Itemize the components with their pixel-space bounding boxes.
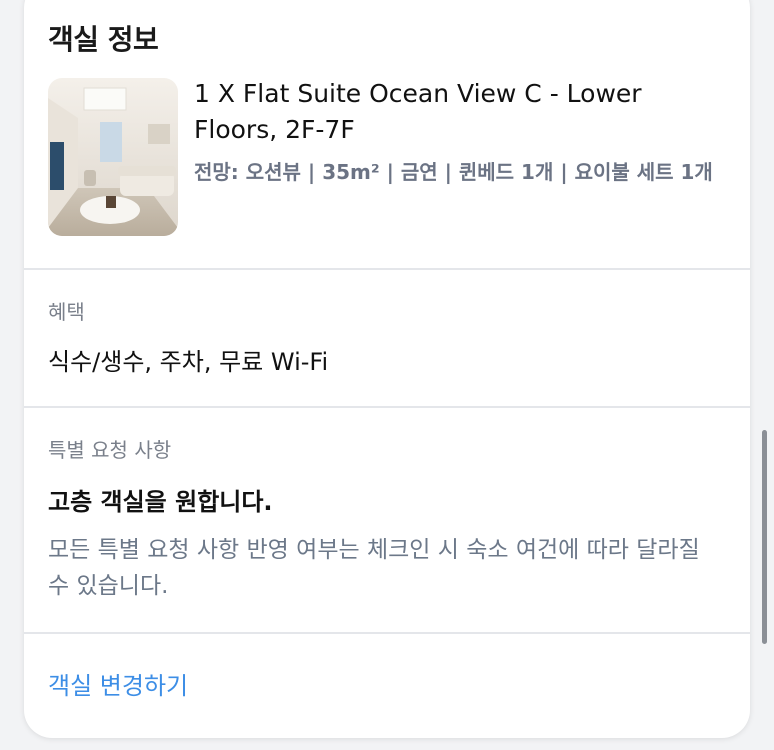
divider [24,632,750,634]
divider [24,268,750,270]
scrollbar[interactable] [762,430,767,644]
room-name: 1 X Flat Suite Ocean View C - Lower Floo… [194,79,642,144]
special-request-label: 특별 요청 사항 [48,438,172,462]
special-request-text: 고층 객실을 원합니다. [48,488,273,516]
room-details: 전망: 오션뷰 | 35m² | 금연 | 퀸베드 1개 | 요이불 세트 1개 [194,160,713,184]
change-room-link[interactable]: 객실 변경하기 [48,666,188,701]
room-info-card: 객실 정보 1 X Flat Suite Ocean View C - Lowe… [24,0,750,738]
room-info-title: 객실 정보 [48,23,159,56]
special-request-notice: 모든 특별 요청 사항 반영 여부는 체크인 시 숙소 여건에 따라 달라질 수… [48,537,700,599]
divider [24,406,750,408]
benefits-value: 식수/생수, 주차, 무료 Wi-Fi [48,348,329,376]
benefits-label: 혜택 [48,300,85,324]
room-photo-icon [48,78,178,236]
room-thumbnail[interactable] [48,78,178,236]
